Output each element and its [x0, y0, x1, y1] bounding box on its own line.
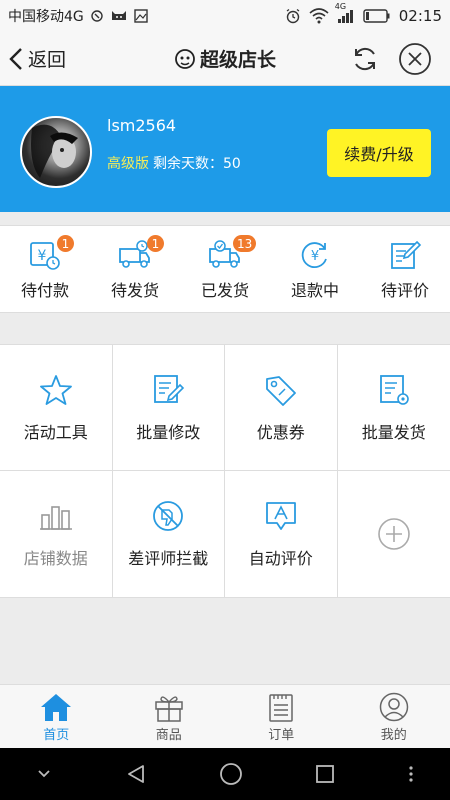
network-badge: 4G	[334, 2, 347, 11]
refund-icon: ¥	[298, 239, 332, 271]
image-icon	[134, 9, 148, 23]
back-triangle-icon[interactable]	[125, 763, 147, 785]
order-list-icon	[264, 692, 298, 722]
user-icon	[377, 692, 411, 722]
svg-text:¥: ¥	[38, 248, 47, 264]
system-navigation-bar	[0, 748, 450, 800]
chevron-down-icon[interactable]	[36, 768, 52, 780]
shop-logo-icon	[174, 48, 196, 70]
bottom-tab-bar: 首页 商品 订单 我的	[0, 684, 450, 748]
tab-label: 商品	[155, 728, 182, 743]
pending-review-icon	[388, 239, 422, 271]
tool-label: 店铺数据	[23, 549, 88, 568]
carrier-label: 中国移动4G	[8, 9, 84, 25]
svg-text:¥: ¥	[311, 249, 319, 264]
order-badge: 1	[147, 235, 164, 252]
plan-info: 高级版 剩余天数：50	[107, 153, 241, 173]
coupon-tag-icon	[263, 373, 299, 407]
page-title-text: 超级店长	[199, 49, 276, 71]
order-refunding[interactable]: ¥ 退款中	[270, 226, 360, 312]
gift-box-icon	[152, 692, 186, 722]
tool-activity[interactable]: 活动工具	[0, 345, 113, 471]
back-label: 返回	[28, 49, 67, 71]
tool-auto-review[interactable]: 自动评价	[225, 471, 338, 597]
block-thumb-down-icon	[150, 499, 186, 533]
order-label: 待评价	[380, 281, 429, 300]
renew-upgrade-button[interactable]: 续费/升级	[327, 129, 431, 177]
plan-level: 高级版	[107, 156, 149, 172]
clock-time: 02:15	[398, 7, 442, 25]
tools-grid: 活动工具 批量修改 优惠券 批量发货 店铺数据 差评师拦截 自动评价	[0, 344, 450, 598]
close-icon[interactable]	[398, 42, 432, 76]
tool-coupon[interactable]: 优惠券	[225, 345, 338, 471]
nav-bar: 返回 超级店长	[0, 32, 450, 86]
batch-ship-icon	[376, 373, 412, 407]
tool-label: 活动工具	[23, 422, 88, 442]
home-icon	[39, 692, 73, 722]
order-label: 退款中	[290, 281, 339, 300]
batch-edit-icon	[150, 373, 186, 407]
alarm-icon	[285, 8, 301, 24]
days-left-value: 50	[223, 156, 241, 172]
recents-square-icon[interactable]	[315, 764, 335, 784]
cat-icon	[110, 9, 128, 23]
order-status-row: ¥ 1 待付款 1 待发货 13 已发货 ¥ 退款中 待评价	[0, 225, 450, 313]
tab-orders[interactable]: 订单	[225, 685, 338, 748]
tool-label: 自动评价	[248, 549, 313, 568]
tool-block-bad-reviewer[interactable]: 差评师拦截	[113, 471, 225, 597]
tab-label: 我的	[380, 728, 407, 743]
order-pending-review[interactable]: 待评价	[360, 226, 450, 312]
tool-shop-data[interactable]: 店铺数据	[0, 471, 113, 597]
profile-banner: lsm2564 高级版 剩余天数：50 续费/升级	[0, 86, 450, 212]
tool-add[interactable]	[338, 471, 450, 597]
order-pending-payment[interactable]: ¥ 1 待付款	[0, 226, 90, 312]
tab-products[interactable]: 商品	[113, 685, 226, 748]
back-button[interactable]: 返回	[0, 32, 66, 85]
order-pending-shipment[interactable]: 1 待发货	[90, 226, 180, 312]
tab-home[interactable]: 首页	[0, 685, 113, 748]
status-bar: 中国移动4G 4G 02:15	[0, 0, 450, 32]
refresh-icon[interactable]	[350, 44, 380, 74]
username: lsm2564	[107, 116, 177, 135]
tool-label: 批量修改	[136, 422, 201, 442]
tool-batch-edit[interactable]: 批量修改	[112, 345, 225, 471]
tab-label: 首页	[43, 728, 70, 743]
cell-signal-icon: 4G	[335, 2, 355, 24]
tool-label: 优惠券	[256, 422, 305, 442]
tool-label: 批量发货	[361, 422, 426, 442]
auto-review-icon	[263, 499, 299, 533]
battery-icon	[363, 9, 391, 23]
tab-mine[interactable]: 我的	[338, 685, 450, 748]
days-left-label: 剩余天数：	[153, 156, 223, 172]
add-circle-icon	[376, 516, 412, 552]
more-vertical-icon[interactable]	[408, 765, 414, 783]
order-shipped[interactable]: 13 已发货	[180, 226, 270, 312]
signal-app-icon	[90, 9, 104, 23]
wifi-icon	[309, 8, 329, 24]
order-label: 已发货	[200, 281, 249, 300]
avatar[interactable]	[20, 116, 92, 188]
star-icon	[38, 373, 74, 407]
tool-batch-ship[interactable]: 批量发货	[337, 345, 450, 471]
home-circle-icon[interactable]	[219, 762, 243, 786]
order-label: 待发货	[110, 281, 159, 300]
bar-chart-icon	[38, 499, 74, 533]
order-badge: 13	[233, 235, 257, 252]
tool-label: 差评师拦截	[128, 549, 209, 568]
order-label: 待付款	[20, 281, 69, 300]
tab-label: 订单	[268, 728, 295, 743]
order-badge: 1	[57, 235, 74, 252]
chevron-left-icon	[8, 47, 28, 71]
